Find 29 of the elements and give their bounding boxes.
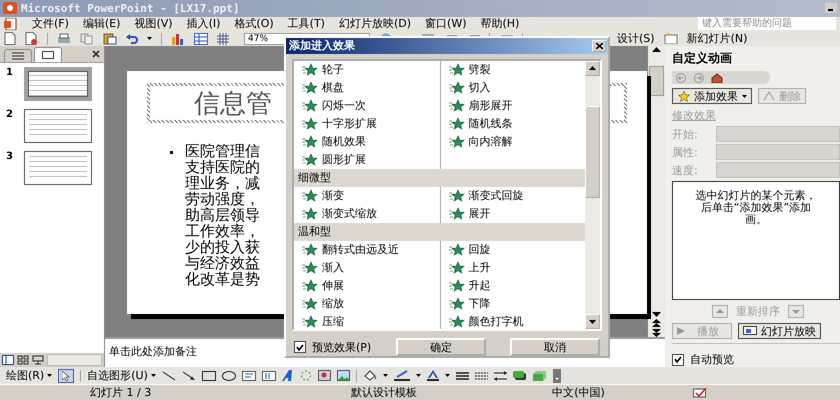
pane-title: 自定义动画 (672, 50, 733, 68)
bullet-text: 助高层领导 (185, 207, 260, 224)
language-indicator: 中文(中国) (552, 385, 605, 400)
slide-number: 1 (6, 67, 14, 78)
group-header: 温和型 (294, 222, 585, 241)
window-title: Microsoft PowerPoint - [LX17.ppt] (21, 2, 241, 15)
field-label: 属性: (672, 144, 699, 160)
bullet-text: 少的投入获 (185, 239, 260, 256)
group-header: 细微型 (294, 168, 585, 187)
slide-number: 3 (6, 151, 14, 162)
zoom-value: 47% (248, 34, 268, 44)
reorder-label: 重新排序 (736, 304, 780, 320)
checkbox-label: 自动预览 (690, 352, 734, 368)
bullet-text: 化改革是势 (185, 271, 260, 288)
field-label: 速度: (672, 162, 699, 178)
instruction-text: 选中幻灯片的某个元素，后单击“添加效果”添加画。 (696, 190, 816, 226)
checkbox-label: 预览效果(P) (312, 340, 372, 354)
section-heading: 修改效果 (672, 108, 717, 124)
bullet-text: 医院管理信 (185, 143, 260, 160)
bullet-text: 劳动强度， (185, 191, 260, 208)
bullet-text: 理业务，减 (185, 175, 260, 192)
slide-number: 2 (6, 109, 14, 120)
bullet-text: 与经济效益 (185, 255, 260, 272)
slide-counter: 幻灯片 1 / 3 (90, 385, 152, 400)
field-label: 开始: (672, 126, 699, 142)
dialog-title: 添加进入效果 (289, 38, 355, 54)
design-template-name: 默认设计模板 (351, 385, 418, 400)
bullet-text: 工作效率， (185, 223, 260, 240)
bullet-text: 支持医院的 (185, 159, 260, 176)
